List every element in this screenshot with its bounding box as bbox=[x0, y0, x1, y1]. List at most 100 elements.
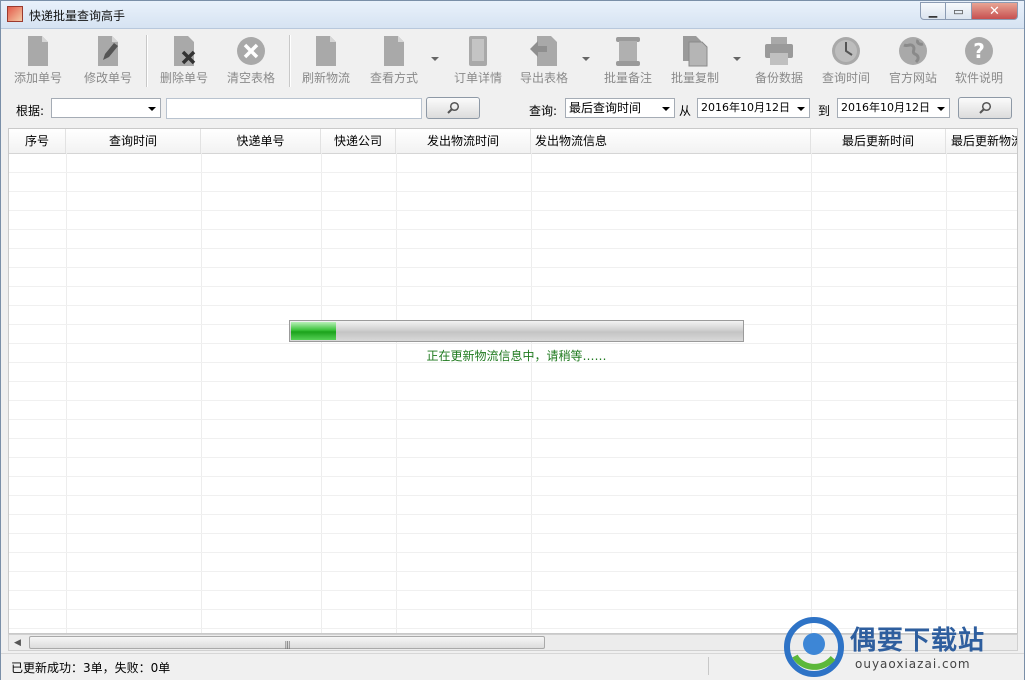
toolbar: 添加单号 修改单号 删除单号 清空表格 刷新物流 查看方式 订单详情 导出表格 … bbox=[7, 31, 1019, 91]
search-icon bbox=[979, 101, 992, 114]
table-row-line bbox=[9, 172, 1017, 173]
search-icon bbox=[447, 101, 460, 114]
toolbar-separator bbox=[289, 35, 291, 87]
table-row-line bbox=[9, 381, 1017, 382]
copy-dropdown-icon[interactable] bbox=[733, 57, 741, 61]
refresh-logistics-label: 刷新物流 bbox=[301, 71, 350, 85]
table-column-line bbox=[201, 153, 202, 633]
table-row-line bbox=[9, 495, 1017, 496]
export-dropdown-icon[interactable] bbox=[582, 57, 590, 61]
to-date-value: 2016年10月12日 bbox=[841, 101, 930, 114]
table-row-line bbox=[9, 267, 1017, 268]
filter-row: 根据: 查询: 最后查询时间 从 2016年10月12日 到 2016年10月1… bbox=[1, 95, 1024, 123]
delete-number-button[interactable]: 删除单号 bbox=[153, 31, 215, 89]
from-date-picker[interactable]: 2016年10月12日 bbox=[697, 98, 810, 118]
table-column-line bbox=[321, 153, 322, 633]
table-row-line bbox=[9, 248, 1017, 249]
table-column-line bbox=[531, 153, 532, 633]
batch-copy-button[interactable]: 批量复制 bbox=[664, 31, 726, 89]
batch-note-button[interactable]: 批量备注 bbox=[597, 31, 659, 89]
order-detail-icon bbox=[469, 36, 487, 66]
query-field-select[interactable]: 最后查询时间 bbox=[565, 98, 675, 118]
clear-table-button[interactable]: 清空表格 bbox=[220, 31, 282, 89]
chevron-left-icon: ◀ bbox=[14, 637, 21, 648]
table-row-line bbox=[9, 191, 1017, 192]
edit-number-button[interactable]: 修改单号 bbox=[77, 31, 139, 89]
to-date-picker[interactable]: 2016年10月12日 bbox=[837, 98, 950, 118]
software-help-label: 软件说明 bbox=[954, 71, 1003, 85]
column-header-ship-info[interactable]: 发出物流信息 bbox=[531, 129, 811, 153]
column-header-last-update-time[interactable]: 最后更新时间 bbox=[811, 129, 946, 153]
official-site-label: 官方网站 bbox=[888, 71, 937, 85]
status-text: 已更新成功：3单，失败：0单 bbox=[11, 661, 171, 675]
scrollbar-thumb[interactable]: ||| bbox=[29, 636, 545, 649]
table-row-line bbox=[9, 457, 1017, 458]
toolbar-separator bbox=[146, 35, 148, 87]
official-site-button[interactable]: 官方网站 bbox=[882, 31, 944, 89]
order-detail-button[interactable]: 订单详情 bbox=[447, 31, 509, 89]
status-divider bbox=[708, 657, 709, 675]
scroll-left-button[interactable]: ◀ bbox=[9, 635, 26, 650]
software-help-button[interactable]: ? 软件说明 bbox=[948, 31, 1010, 89]
batch-copy-label: 批量复制 bbox=[670, 71, 719, 85]
batch-note-label: 批量备注 bbox=[603, 71, 652, 85]
column-header-courier[interactable]: 快递公司 bbox=[321, 129, 396, 153]
query-time-label: 查询时间 bbox=[821, 71, 870, 85]
window-controls: ▁ ▭ ✕ bbox=[920, 2, 1018, 21]
view-mode-dropdown-icon[interactable] bbox=[431, 57, 439, 61]
close-button[interactable]: ✕ bbox=[972, 2, 1018, 20]
add-number-label: 添加单号 bbox=[13, 71, 62, 85]
from-label: 从 bbox=[679, 104, 692, 118]
results-table[interactable]: 序号 查询时间 快递单号 快递公司 发出物流时间 发出物流信息 最后更新时间 最… bbox=[8, 128, 1018, 634]
table-row-line bbox=[9, 590, 1017, 591]
copy-icon bbox=[683, 36, 708, 67]
refresh-logistics-button[interactable]: 刷新物流 bbox=[295, 31, 357, 89]
column-header-query-time[interactable]: 查询时间 bbox=[66, 129, 201, 153]
edit-number-label: 修改单号 bbox=[83, 71, 132, 85]
minimize-button[interactable]: ▁ bbox=[920, 2, 946, 20]
column-header-index[interactable]: 序号 bbox=[9, 129, 66, 153]
window-title: 快递批量查询高手 bbox=[29, 9, 126, 23]
title-bar: 快递批量查询高手 ▁ ▭ ✕ bbox=[1, 1, 1024, 29]
backup-data-label: 备份数据 bbox=[754, 71, 803, 85]
chevron-down-icon bbox=[797, 107, 805, 111]
view-mode-label: 查看方式 bbox=[369, 71, 418, 85]
chevron-down-icon bbox=[937, 107, 945, 111]
progress-fill bbox=[291, 322, 336, 340]
table-row-line bbox=[9, 476, 1017, 477]
table-row-line bbox=[9, 514, 1017, 515]
table-column-line bbox=[811, 153, 812, 633]
table-row-line bbox=[9, 571, 1017, 572]
table-column-line bbox=[946, 153, 947, 633]
add-number-button[interactable]: 添加单号 bbox=[7, 31, 69, 89]
column-header-last-update-info[interactable]: 最后更新物流 bbox=[946, 129, 1017, 153]
help-icon: ? bbox=[965, 37, 993, 65]
column-header-ship-time[interactable]: 发出物流时间 bbox=[396, 129, 531, 153]
watermark-title: 偶要下载站 bbox=[850, 626, 986, 656]
minimize-icon: ▁ bbox=[928, 4, 938, 18]
keyword-input[interactable] bbox=[166, 98, 422, 119]
query-time-button[interactable]: 查询时间 bbox=[815, 31, 877, 89]
column-header-tracking-number[interactable]: 快递单号 bbox=[201, 129, 321, 153]
basis-select[interactable] bbox=[51, 98, 161, 118]
scroll-note-icon bbox=[616, 37, 640, 66]
clock-icon bbox=[832, 37, 860, 65]
table-row-line bbox=[9, 286, 1017, 287]
table-row-line bbox=[9, 533, 1017, 534]
maximize-icon: ▭ bbox=[953, 4, 964, 18]
watermark-logo-icon bbox=[784, 617, 844, 677]
delete-number-label: 删除单号 bbox=[159, 71, 208, 85]
document-delete-icon bbox=[174, 36, 196, 66]
document-refresh-icon bbox=[316, 36, 336, 66]
export-table-button[interactable]: 导出表格 bbox=[513, 31, 575, 89]
backup-data-button[interactable]: 备份数据 bbox=[748, 31, 810, 89]
globe-icon bbox=[899, 37, 927, 65]
date-search-button[interactable] bbox=[958, 97, 1012, 119]
watermark: 偶要下载站 ouyaoxiazai.com bbox=[783, 616, 1023, 678]
maximize-button[interactable]: ▭ bbox=[946, 2, 972, 20]
table-row-line bbox=[9, 400, 1017, 401]
progress-message: 正在更新物流信息中，请稍等…… bbox=[426, 349, 607, 363]
watermark-url: ouyaoxiazai.com bbox=[855, 657, 971, 671]
view-mode-button[interactable]: 查看方式 bbox=[363, 31, 425, 89]
search-button[interactable] bbox=[426, 97, 480, 119]
